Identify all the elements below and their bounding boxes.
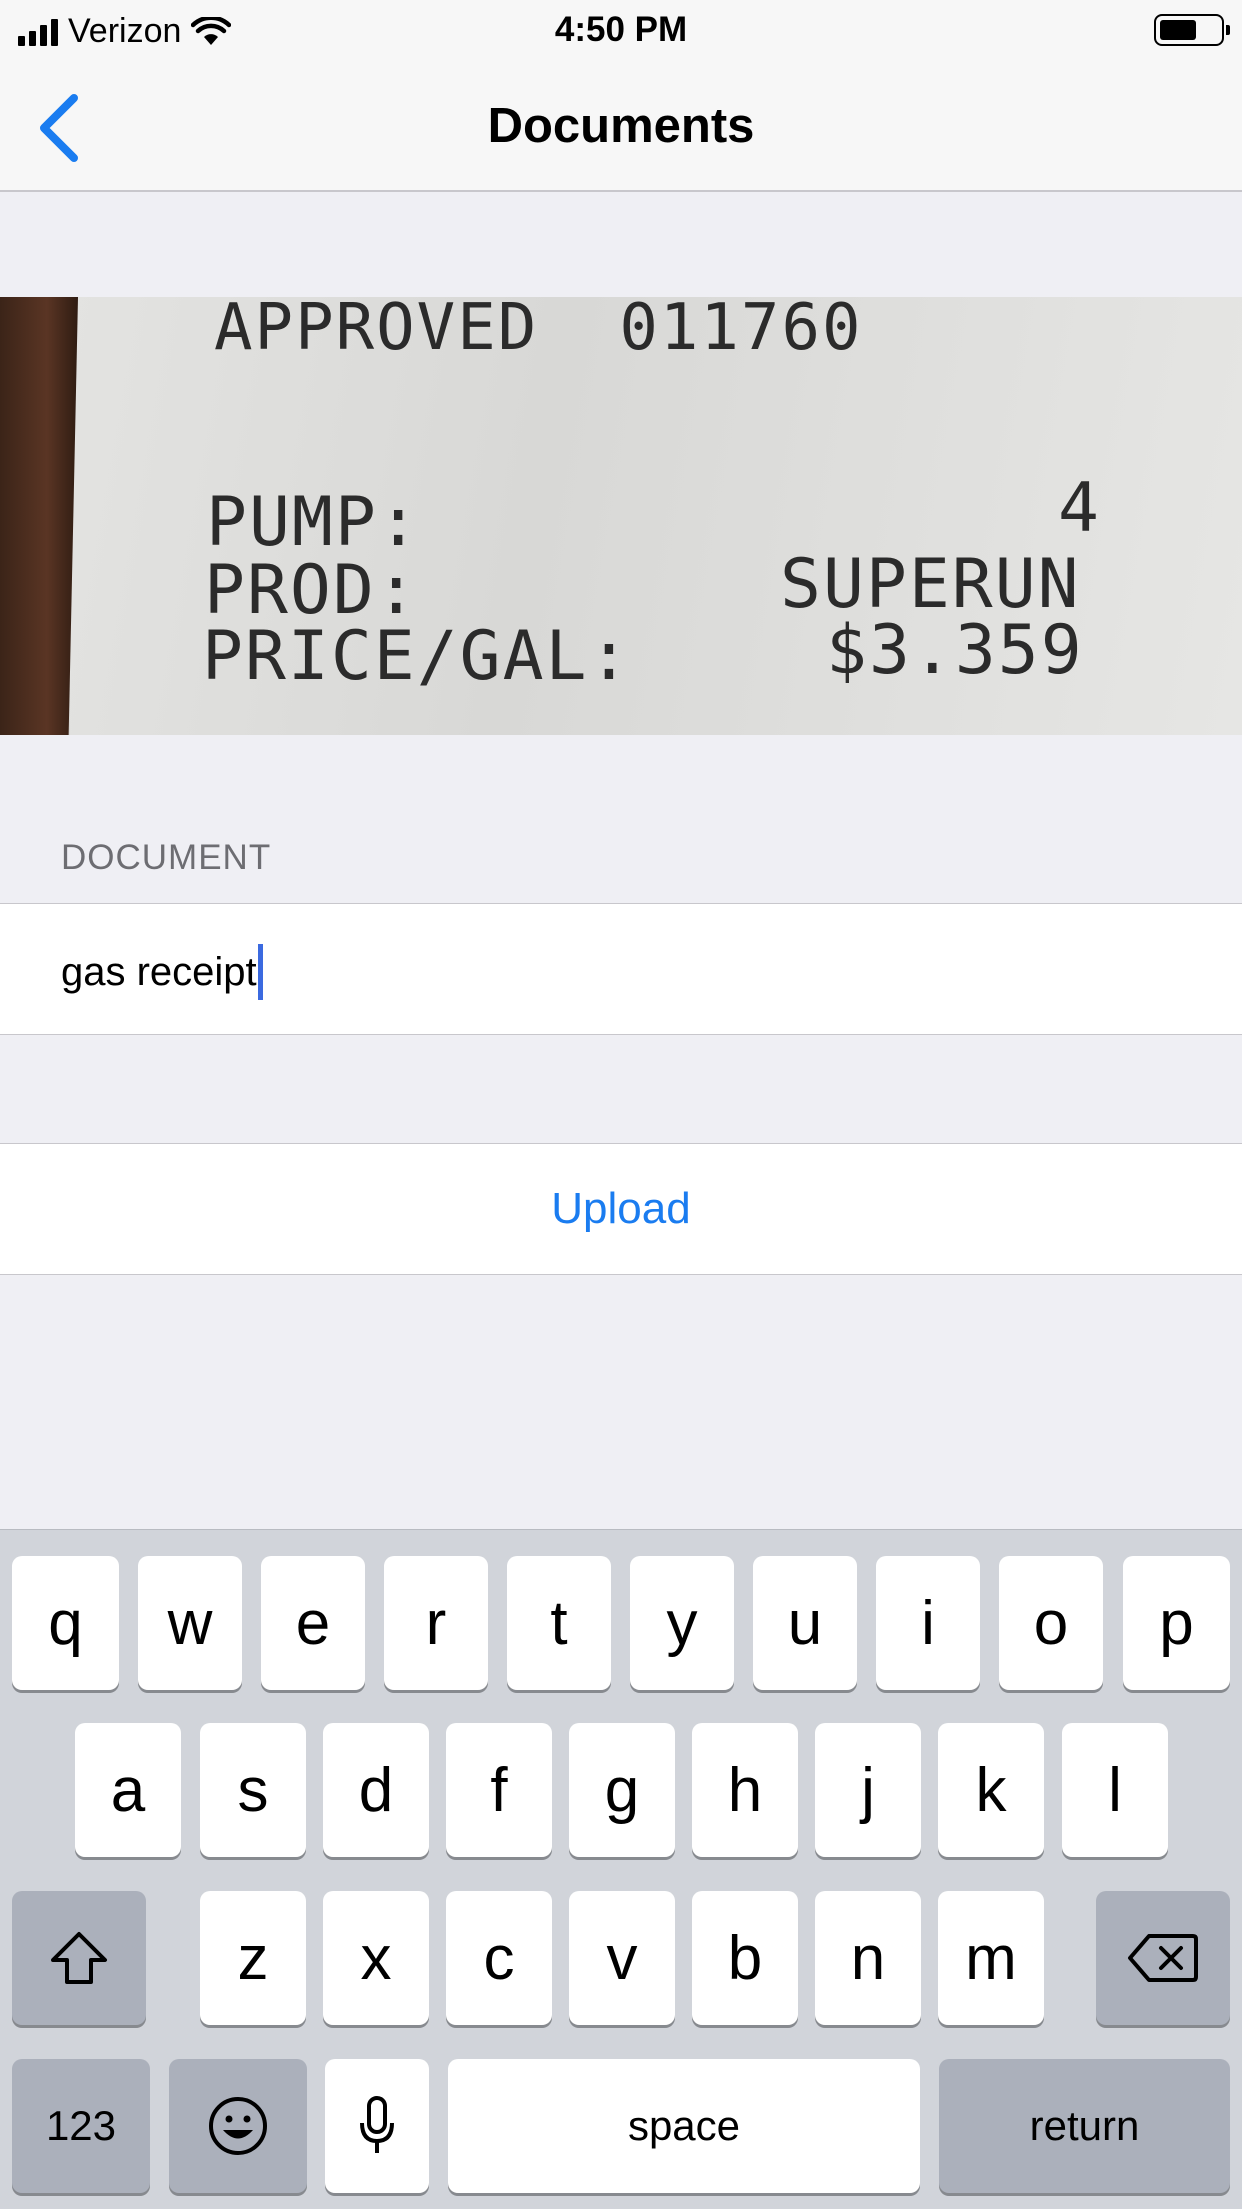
key-p[interactable]: p xyxy=(1123,1556,1230,1690)
delete-key[interactable] xyxy=(1096,1891,1230,2025)
key-q[interactable]: q xyxy=(12,1556,119,1690)
key-c[interactable]: c xyxy=(446,1891,552,2025)
document-name-value: gas receipt xyxy=(61,949,257,994)
status-time: 4:50 PM xyxy=(554,10,688,49)
key-g[interactable]: g xyxy=(569,1723,675,1857)
key-i[interactable]: i xyxy=(876,1556,980,1690)
receipt-line-pump-value: 4 xyxy=(1058,469,1101,548)
document-image-preview: APPROVED 011760 PUMP: 4 PROD: SUPERUN PR… xyxy=(0,297,1242,735)
shift-key[interactable] xyxy=(12,1891,146,2025)
key-x[interactable]: x xyxy=(323,1891,429,2025)
shift-icon xyxy=(51,1932,107,1984)
key-z[interactable]: z xyxy=(200,1891,306,2025)
receipt-line-price-value: $3.359 xyxy=(826,611,1084,690)
status-bar: Verizon 4:50 PM xyxy=(0,0,1242,64)
receipt-line-approved: APPROVED 011760 xyxy=(214,297,863,365)
emoji-icon xyxy=(209,2097,267,2155)
text-caret xyxy=(257,944,263,1000)
numbers-key[interactable]: 123 xyxy=(12,2059,150,2193)
key-a[interactable]: a xyxy=(75,1723,181,1857)
key-l[interactable]: l xyxy=(1062,1723,1168,1857)
key-h[interactable]: h xyxy=(692,1723,798,1857)
receipt-background xyxy=(0,297,78,735)
key-f[interactable]: f xyxy=(446,1723,552,1857)
navigation-bar: Documents xyxy=(0,64,1242,192)
key-t[interactable]: t xyxy=(507,1556,611,1690)
key-u[interactable]: u xyxy=(753,1556,857,1690)
upload-button[interactable]: Upload xyxy=(0,1143,1242,1275)
dictation-key[interactable] xyxy=(325,2059,429,2193)
document-name-field[interactable]: gas receipt xyxy=(61,944,263,1000)
return-key[interactable]: return xyxy=(939,2059,1230,2193)
key-b[interactable]: b xyxy=(692,1891,798,2025)
emoji-key[interactable] xyxy=(169,2059,307,2193)
key-d[interactable]: d xyxy=(323,1723,429,1857)
key-y[interactable]: y xyxy=(630,1556,734,1690)
key-v[interactable]: v xyxy=(569,1891,675,2025)
key-n[interactable]: n xyxy=(815,1891,921,2025)
document-name-row: gas receipt xyxy=(0,903,1242,1035)
space-key[interactable]: space xyxy=(448,2059,920,2193)
page-title: Documents xyxy=(487,99,755,153)
key-r[interactable]: r xyxy=(384,1556,488,1690)
battery-icon xyxy=(1154,14,1230,46)
key-j[interactable]: j xyxy=(815,1723,921,1857)
key-w[interactable]: w xyxy=(138,1556,242,1690)
keyboard: q w e r t y u i o p a s d f g h j k l z … xyxy=(0,1529,1242,2209)
key-o[interactable]: o xyxy=(999,1556,1103,1690)
key-k[interactable]: k xyxy=(938,1723,1044,1857)
upload-label: Upload xyxy=(551,1184,691,1233)
key-e[interactable]: e xyxy=(261,1556,365,1690)
key-s[interactable]: s xyxy=(200,1723,306,1857)
section-header: DOCUMENT xyxy=(61,838,272,877)
key-m[interactable]: m xyxy=(938,1891,1044,2025)
microphone-icon xyxy=(360,2096,394,2153)
delete-icon xyxy=(1128,1934,1198,1982)
receipt-line-price: PRICE/GAL: xyxy=(202,617,632,696)
